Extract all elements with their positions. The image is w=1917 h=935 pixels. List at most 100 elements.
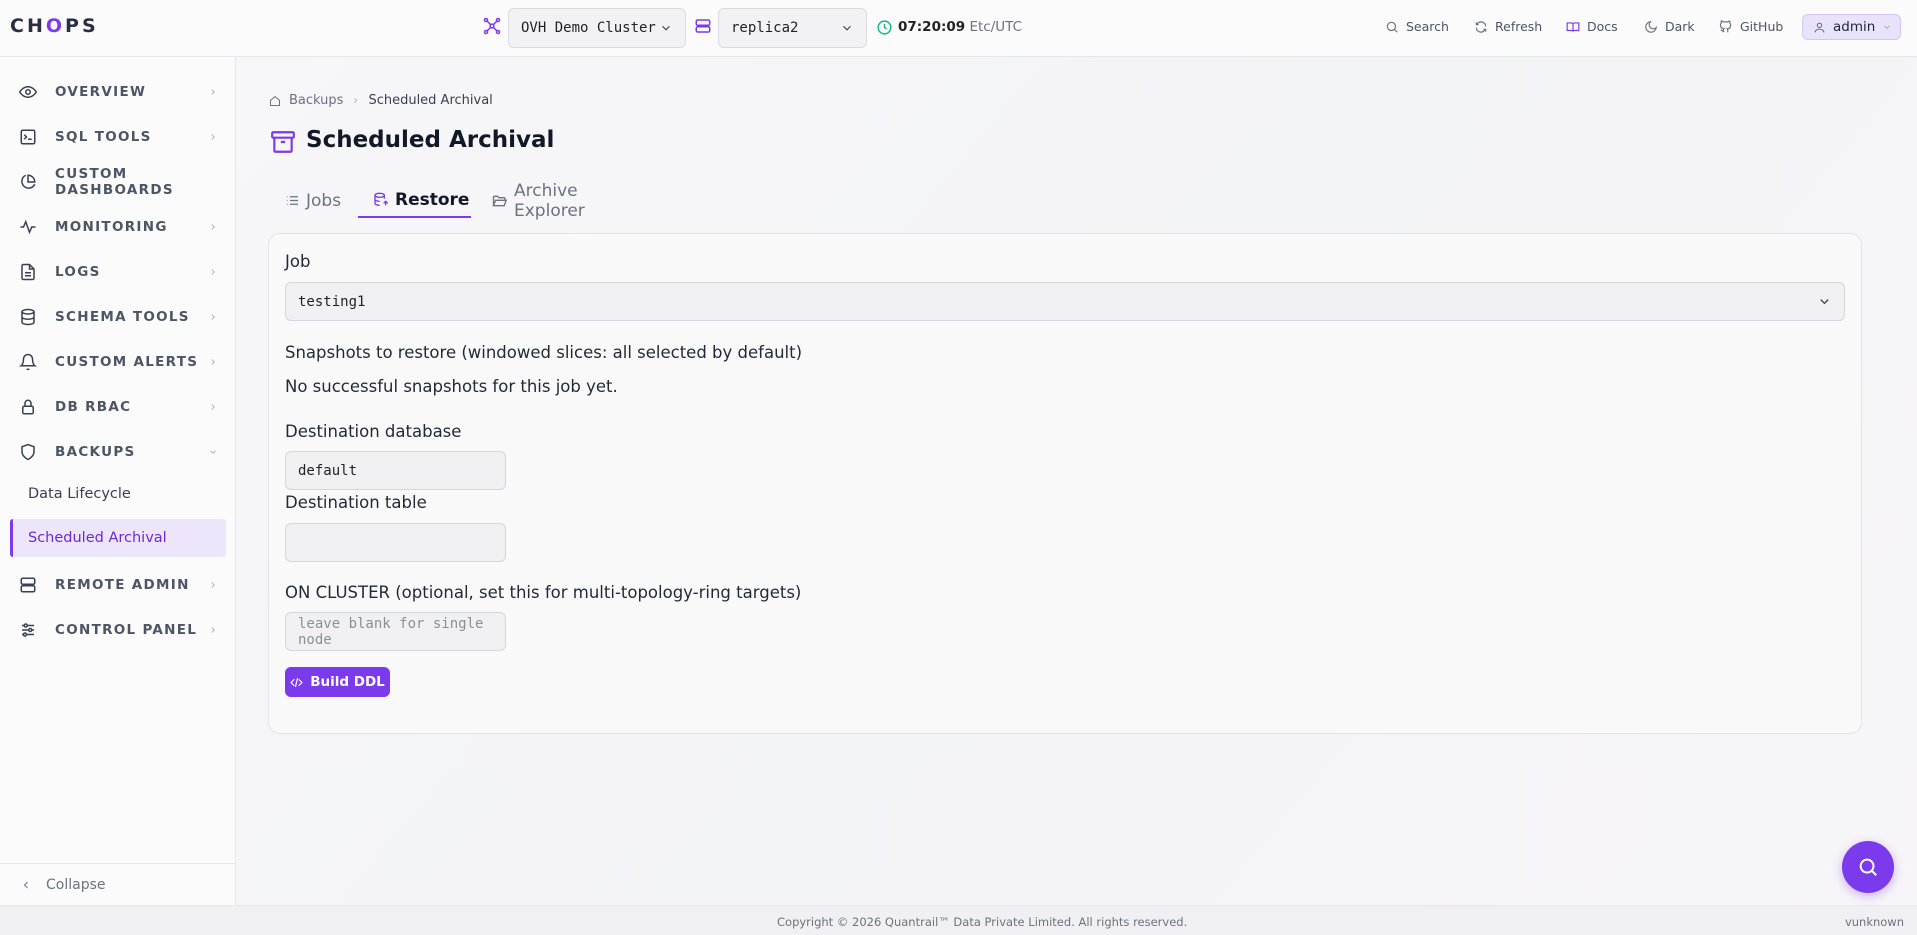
cluster-select-value: OVH Demo Cluster: [521, 20, 656, 36]
breadcrumb-backups-link[interactable]: Backups: [289, 93, 343, 108]
search-icon: [1857, 856, 1879, 878]
destination-table-input[interactable]: [285, 523, 506, 562]
build-ddl-label: Build DDL: [310, 674, 385, 690]
on-cluster-input[interactable]: leave blank for single node: [285, 612, 506, 651]
main-content: Backups Scheduled Archival Scheduled Arc…: [237, 57, 1917, 905]
clock-display: 07:20:09 Etc/UTC: [898, 19, 1022, 35]
sidebar-subitem-scheduled-archival[interactable]: Scheduled Archival: [10, 519, 226, 557]
sidebar-item-label: MONITORING: [55, 219, 168, 235]
dark-mode-label: Dark: [1665, 19, 1695, 34]
collapse-label: Collapse: [46, 876, 106, 893]
floating-search-button[interactable]: [1842, 841, 1894, 893]
moon-icon: [1644, 20, 1658, 34]
sidebar-item-label: CONTROL PANEL: [55, 622, 198, 638]
sidebar-item-label: CUSTOM ALERTS: [55, 354, 199, 370]
terminal-icon: [18, 128, 38, 146]
build-ddl-button[interactable]: Build DDL: [285, 667, 390, 697]
chevron-down-icon: [208, 447, 218, 457]
sidebar-item-logs[interactable]: LOGS: [0, 252, 236, 292]
breadcrumb-current: Scheduled Archival: [368, 93, 493, 108]
sidebar-item-label: SQL TOOLS: [55, 129, 152, 145]
breadcrumb: Backups Scheduled Archival: [269, 93, 493, 108]
search-button[interactable]: Search: [1385, 19, 1449, 34]
sidebar-item-sql-tools[interactable]: SQL TOOLS: [0, 117, 236, 157]
cluster-select[interactable]: OVH Demo Cluster: [508, 8, 686, 48]
sidebar-item-label: DB RBAC: [55, 399, 132, 415]
sliders-icon: [18, 621, 38, 639]
breadcrumb-separator-icon: [351, 96, 360, 105]
sidebar-item-label: OVERVIEW: [55, 84, 147, 100]
refresh-button-label: Refresh: [1495, 19, 1543, 34]
home-icon: [269, 95, 281, 107]
sidebar-item-overview[interactable]: OVERVIEW: [0, 72, 236, 112]
on-cluster-placeholder: leave blank for single node: [298, 615, 484, 648]
refresh-icon: [1474, 20, 1488, 34]
list-icon: [285, 193, 300, 208]
tab-archive-explorer[interactable]: Archive Explorer: [491, 181, 585, 221]
chevron-down-icon: [659, 21, 673, 35]
version-text: vunknown: [1844, 915, 1904, 929]
sidebar-subitem-label: Data Lifecycle: [28, 486, 131, 502]
sidebar-item-label: LOGS: [55, 264, 101, 280]
bell-icon: [18, 353, 38, 371]
refresh-button[interactable]: Refresh: [1474, 19, 1542, 34]
tab-label: Jobs: [306, 190, 342, 211]
sidebar-item-custom-alerts[interactable]: CUSTOM ALERTS: [0, 342, 236, 382]
chevron-right-icon: [208, 402, 218, 412]
docs-button[interactable]: Docs: [1566, 19, 1618, 34]
user-name: admin: [1833, 19, 1876, 35]
chevron-down-icon: [1882, 22, 1892, 32]
eye-icon: [18, 83, 38, 101]
destination-table-label: Destination table: [285, 493, 427, 512]
sidebar-item-label: BACKUPS: [55, 444, 136, 460]
user-icon: [1813, 21, 1826, 34]
server-icon: [18, 576, 38, 594]
database-icon: [18, 308, 38, 326]
file-text-icon: [18, 263, 38, 281]
on-cluster-label: ON CLUSTER (optional, set this for multi…: [285, 583, 802, 602]
sidebar-item-monitoring[interactable]: MONITORING: [0, 207, 236, 247]
sidebar-subitem-data-lifecycle[interactable]: Data Lifecycle: [10, 475, 226, 513]
dark-mode-button[interactable]: Dark: [1644, 19, 1695, 34]
sidebar-item-label: SCHEMA TOOLS: [55, 309, 190, 325]
sidebar-item-backups[interactable]: BACKUPS: [0, 432, 236, 472]
search-button-label: Search: [1406, 19, 1449, 34]
sidebar-item-db-rbac[interactable]: DB RBAC: [0, 387, 236, 427]
chevron-right-icon: [208, 312, 218, 322]
job-select-value: testing1: [298, 293, 366, 310]
lock-icon: [18, 398, 38, 416]
chevron-right-icon: [208, 625, 218, 635]
activity-icon: [18, 218, 38, 236]
chevron-down-icon: [1817, 294, 1832, 309]
page-title: Scheduled Archival: [306, 127, 555, 153]
code-icon: [290, 676, 303, 689]
tab-label: Restore: [395, 189, 470, 210]
chevron-right-icon: [208, 132, 218, 142]
tab-restore[interactable]: Restore: [358, 183, 471, 218]
github-icon: [1719, 19, 1733, 34]
clock-icon: [876, 19, 893, 36]
folder-open-icon: [491, 193, 508, 209]
replica-select[interactable]: replica2: [718, 8, 867, 48]
user-menu[interactable]: admin: [1802, 14, 1901, 40]
github-button[interactable]: GitHub: [1719, 19, 1783, 34]
snapshots-empty-message: No successful snapshots for this job yet…: [285, 377, 618, 396]
tab-jobs[interactable]: Jobs: [285, 183, 341, 218]
clock-time: 07:20:09: [898, 19, 966, 35]
snapshots-label: Snapshots to restore (windowed slices: a…: [285, 343, 803, 362]
restore-form-card: Job testing1 Snapshots to restore (windo…: [268, 233, 1862, 734]
app-logo[interactable]: CHOPS: [10, 15, 99, 37]
docs-button-label: Docs: [1587, 19, 1618, 34]
destination-database-input[interactable]: default: [285, 451, 506, 490]
sidebar-item-schema-tools[interactable]: SCHEMA TOOLS: [0, 297, 236, 337]
sidebar-item-control-panel[interactable]: CONTROL PANEL: [0, 610, 236, 650]
chevron-right-icon: [208, 87, 218, 97]
sidebar-item-remote-admin[interactable]: REMOTE ADMIN: [0, 565, 236, 605]
archive-icon: [270, 129, 296, 155]
job-select[interactable]: testing1: [285, 282, 1845, 321]
sidebar-item-custom-dashboards[interactable]: CUSTOM DASHBOARDS: [0, 162, 236, 202]
destination-database-label: Destination database: [285, 422, 462, 441]
collapse-sidebar-button[interactable]: Collapse: [0, 863, 236, 905]
sidebar-subitem-label: Scheduled Archival: [28, 530, 167, 546]
footer: Copyright © 2026 Quantrail™ Data Private…: [0, 905, 1917, 935]
